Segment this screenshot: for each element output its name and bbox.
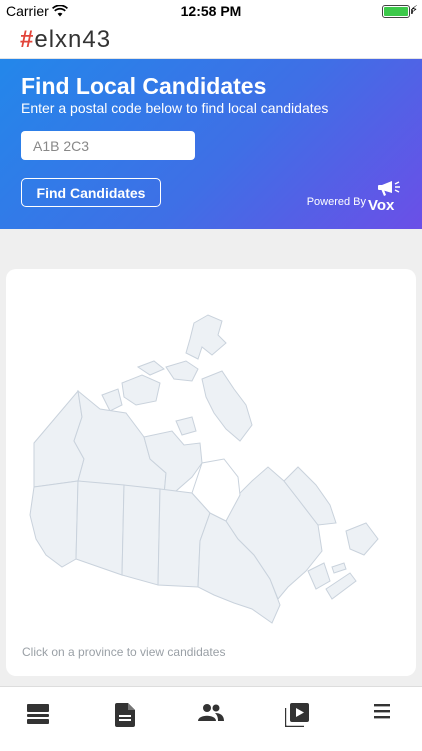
vox-wordmark: Vox	[368, 197, 395, 211]
arctic-island-southampton[interactable]	[175, 416, 197, 436]
arctic-island-ellesmere[interactable]	[185, 314, 227, 360]
arctic-island-baffin[interactable]	[201, 370, 253, 442]
arctic-island-melville[interactable]	[136, 360, 165, 376]
find-candidates-banner: Find Local Candidates Enter a postal cod…	[0, 59, 422, 229]
province-pei[interactable]	[331, 562, 347, 574]
tab-news-feed[interactable]	[18, 703, 58, 733]
province-map-card: Click on a province to view candidates	[6, 269, 416, 676]
arctic-island-banks[interactable]	[101, 388, 123, 412]
app-header: #elxn43	[0, 22, 422, 59]
canada-map	[29, 314, 379, 624]
tab-documents[interactable]	[105, 703, 145, 733]
menu-icon	[374, 704, 390, 719]
province-alberta[interactable]	[75, 480, 125, 576]
video-playlist-icon	[285, 703, 309, 727]
find-candidates-button[interactable]: Find Candidates	[21, 178, 161, 207]
province-newfoundland-island[interactable]	[345, 522, 379, 556]
status-bar: Carrier 12:58 PM ⚡	[0, 0, 422, 22]
province-british-columbia[interactable]	[29, 480, 79, 568]
province-new-brunswick[interactable]	[307, 562, 331, 590]
powered-by-label: Powered By	[306, 196, 366, 208]
candidates-icon	[198, 704, 224, 721]
arctic-island-devon[interactable]	[165, 360, 199, 382]
postal-code-input[interactable]	[21, 131, 195, 160]
province-nova-scotia[interactable]	[325, 572, 357, 600]
arctic-island-victoria[interactable]	[121, 374, 161, 406]
province-saskatchewan[interactable]	[121, 484, 161, 586]
app-logo[interactable]: #elxn43	[20, 26, 111, 54]
tab-candidates[interactable]	[191, 703, 231, 733]
page-subtitle: Enter a postal code below to find local …	[21, 100, 329, 116]
document-icon	[115, 703, 135, 727]
map-hint: Click on a province to view candidates	[22, 645, 226, 659]
charging-bolt-icon: ⚡	[410, 4, 418, 16]
status-time: 12:58 PM	[180, 3, 242, 19]
page-title: Find Local Candidates	[21, 73, 267, 99]
vox-logo: Vox	[368, 181, 400, 211]
news-feed-icon	[27, 704, 49, 724]
tab-videos[interactable]	[277, 703, 317, 733]
tab-menu[interactable]	[362, 703, 402, 733]
logo-text: elxn43	[34, 26, 112, 53]
tab-bar	[0, 686, 422, 751]
logo-hash: #	[20, 26, 35, 53]
battery-icon	[382, 5, 413, 18]
